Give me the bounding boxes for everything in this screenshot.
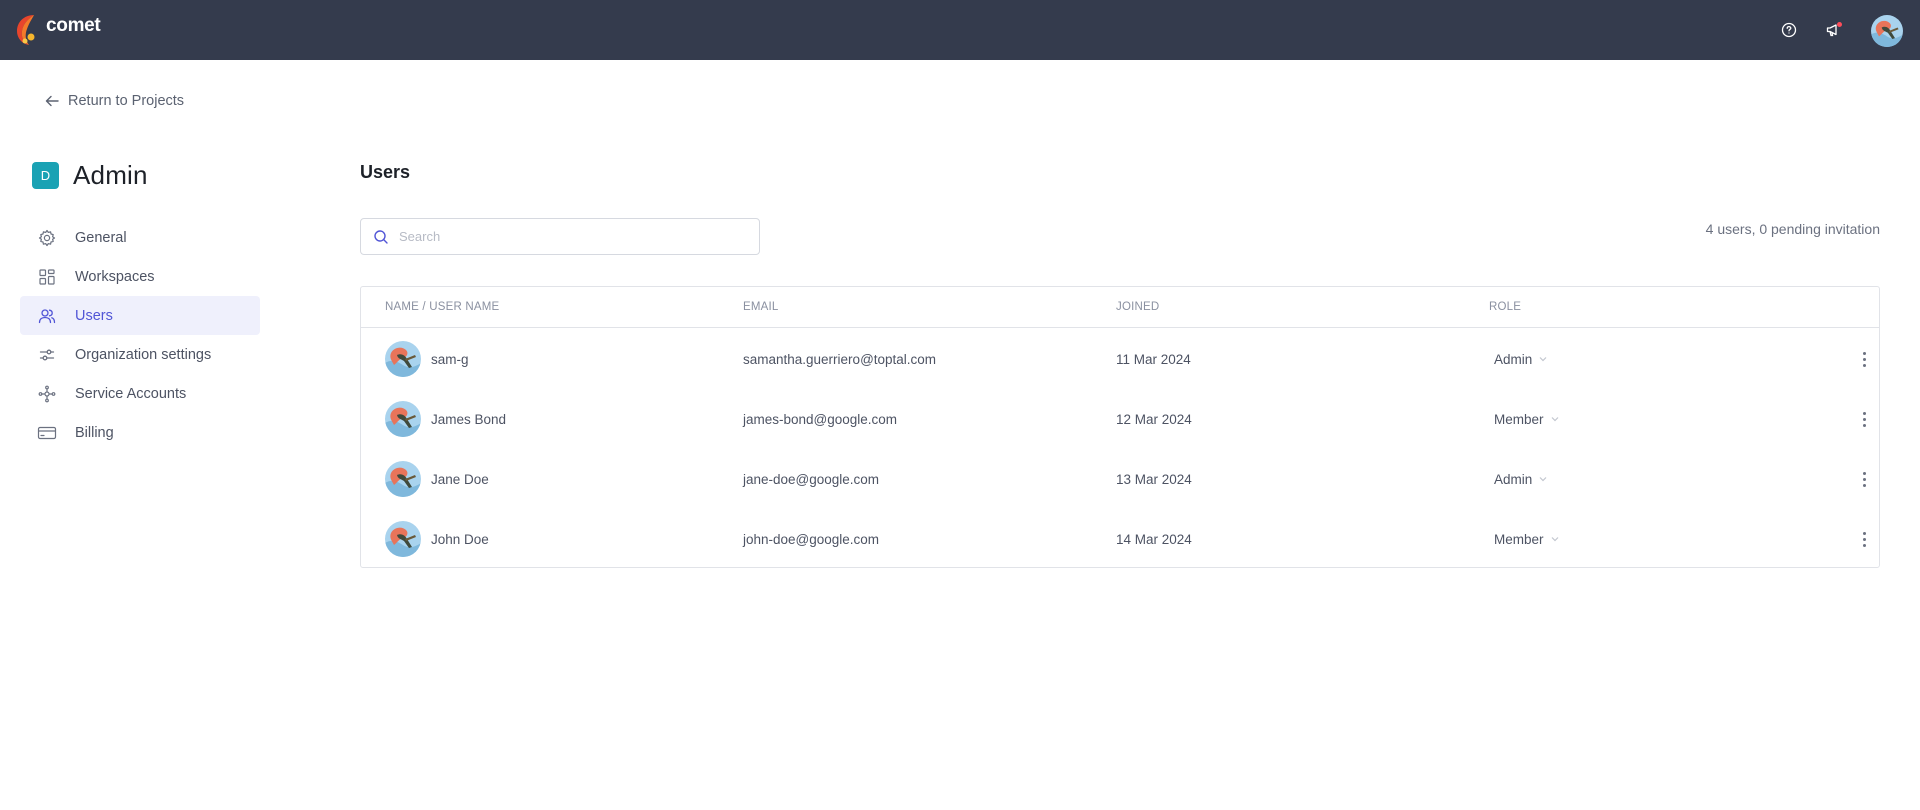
user-name: Jane Doe (431, 471, 489, 487)
user-joined: 12 Mar 2024 (1116, 411, 1192, 427)
row-actions-menu-icon[interactable] (1858, 527, 1870, 551)
sidebar-item-workspaces[interactable]: Workspaces (20, 257, 260, 296)
avatar (385, 461, 421, 497)
role-dropdown[interactable]: Admin (1494, 449, 1548, 509)
role-dropdown[interactable]: Admin (1494, 329, 1548, 389)
column-header-joined[interactable]: JOINED (1116, 287, 1159, 328)
user-cell: John Doe (385, 509, 489, 569)
megaphone-icon[interactable] (1822, 18, 1846, 42)
sliders-icon (37, 345, 57, 365)
admin-sidebar: General Workspaces Users Organization se… (20, 218, 260, 452)
sidebar-item-service-accounts[interactable]: Service Accounts (20, 374, 260, 413)
sidebar-item-billing[interactable]: Billing (20, 413, 260, 452)
section-title: Users (360, 162, 411, 182)
chevron-down-icon (1539, 357, 1547, 362)
search-box[interactable] (360, 218, 760, 255)
user-name: James Bond (431, 411, 507, 427)
role-value: Admin (1494, 471, 1533, 487)
users-table: NAME / USER NAME EMAIL JOINED ROLE sam-g… (360, 286, 1880, 568)
table-row: Jane Doe jane-doe@google.com 13 Mar 2024… (361, 449, 1879, 509)
chevron-down-icon (1551, 537, 1558, 542)
user-email: jane-doe@google.com (743, 471, 880, 487)
avatar (385, 341, 421, 377)
sidebar-item-organization-settings[interactable]: Organization settings (20, 335, 260, 374)
brand-name: comet (46, 15, 101, 36)
workspace-badge: D (32, 162, 59, 189)
row-actions-menu-icon[interactable] (1858, 347, 1870, 371)
users-icon (37, 306, 57, 326)
comet-logo-icon (17, 15, 35, 45)
user-cell: sam-g (385, 329, 469, 389)
help-icon[interactable] (1777, 18, 1801, 42)
arrow-left-icon (45, 95, 59, 107)
sidebar-item-label: Billing (75, 424, 114, 441)
user-avatar[interactable] (1871, 15, 1903, 47)
user-joined: 14 Mar 2024 (1116, 531, 1192, 547)
chevron-down-icon (1551, 417, 1558, 422)
top-bar: comet (0, 0, 1920, 60)
sidebar-item-label: General (75, 229, 127, 246)
chevron-down-icon (1539, 477, 1547, 482)
search-icon (374, 229, 388, 244)
sidebar-item-general[interactable]: General (20, 218, 260, 257)
network-icon (37, 384, 57, 404)
role-dropdown[interactable]: Member (1494, 389, 1560, 449)
return-to-projects-label: Return to Projects (68, 93, 185, 109)
user-cell: Jane Doe (385, 449, 489, 509)
user-cell: James Bond (385, 389, 506, 449)
column-header-email[interactable]: EMAIL (743, 287, 779, 328)
role-value: Member (1494, 531, 1544, 547)
table-row: sam-g samantha.guerriero@toptal.com 11 M… (361, 329, 1879, 389)
sidebar-item-label: Organization settings (75, 346, 212, 363)
gear-icon (37, 228, 57, 248)
table-header: NAME / USER NAME EMAIL JOINED ROLE (361, 287, 1879, 328)
return-to-projects-link[interactable]: Return to Projects (44, 90, 184, 112)
user-name: sam-g (431, 351, 469, 367)
role-value: Admin (1494, 351, 1533, 367)
row-actions-menu-icon[interactable] (1858, 467, 1870, 491)
sidebar-item-users[interactable]: Users (20, 296, 260, 335)
table-row: James Bond james-bond@google.com 12 Mar … (361, 389, 1879, 449)
column-header-role[interactable]: ROLE (1489, 287, 1521, 328)
role-value: Member (1494, 411, 1544, 427)
search-input[interactable] (399, 229, 739, 244)
grid-icon (37, 267, 57, 287)
user-email: james-bond@google.com (743, 411, 898, 427)
user-joined: 11 Mar 2024 (1116, 351, 1191, 367)
user-name: John Doe (431, 531, 489, 547)
avatar (385, 521, 421, 557)
column-header-name[interactable]: NAME / USER NAME (385, 287, 499, 328)
page-heading: Admin (73, 160, 148, 190)
sidebar-item-label: Service Accounts (75, 385, 187, 402)
sidebar-item-label: Workspaces (75, 268, 155, 285)
users-summary: 4 users, 0 pending invitation (1705, 221, 1880, 237)
user-email: john-doe@google.com (743, 531, 880, 547)
role-dropdown[interactable]: Member (1494, 509, 1560, 569)
avatar (385, 401, 421, 437)
user-email: samantha.guerriero@toptal.com (743, 351, 937, 367)
row-actions-menu-icon[interactable] (1858, 407, 1870, 431)
comet-logo[interactable]: comet (14, 12, 101, 48)
sidebar-item-label: Users (75, 307, 113, 324)
credit-card-icon (37, 423, 57, 443)
table-row: John Doe john-doe@google.com 14 Mar 2024… (361, 509, 1879, 569)
workspace-heading: D Admin (32, 160, 148, 191)
user-joined: 13 Mar 2024 (1116, 471, 1192, 487)
